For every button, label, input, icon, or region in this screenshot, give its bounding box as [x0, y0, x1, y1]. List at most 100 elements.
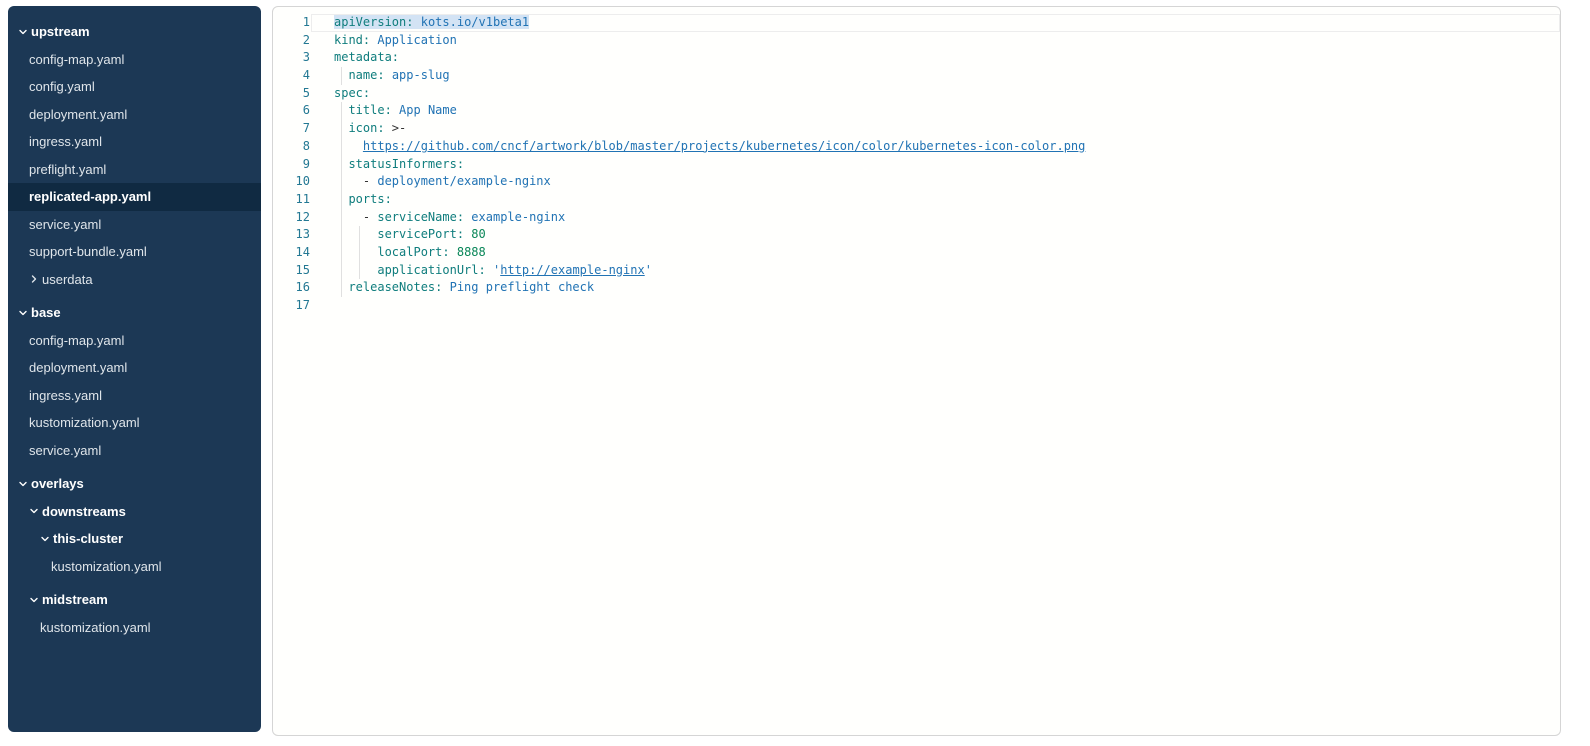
code-text: title: App Name [334, 102, 457, 120]
code-lines: 1apiVersion: kots.io/v1beta12 kind: Appli… [273, 14, 1560, 315]
code-text: icon: >- [334, 120, 406, 138]
tree-folder-base[interactable]: base [8, 299, 261, 327]
tree-file-replicated-app.yaml[interactable]: replicated-app.yaml [8, 183, 261, 211]
tree-file-kustomization.yaml[interactable]: kustomization.yaml [8, 409, 261, 437]
code-token [413, 15, 420, 29]
tree-folder-midstream[interactable]: midstream [8, 586, 261, 614]
line-number: 11 [273, 191, 310, 209]
code-link[interactable]: https://github.com/cncf/artwork/blob/mas… [363, 139, 1085, 153]
code-token [334, 157, 348, 171]
line-number: 12 [273, 209, 310, 227]
code-token: ports: [348, 192, 391, 206]
code-line[interactable]: 6 title: App Name [273, 102, 1560, 120]
code-token: ' [645, 263, 652, 277]
tree-folder-this-cluster[interactable]: this-cluster [8, 525, 261, 553]
tree-folder-upstream[interactable]: upstream [8, 18, 261, 46]
code-line[interactable]: 8 https://github.com/cncf/artwork/blob/m… [273, 138, 1560, 156]
code-link[interactable]: http://example-nginx [500, 263, 645, 277]
code-token [334, 139, 363, 153]
code-token: App Name [399, 103, 457, 117]
tree-item-label: deployment.yaml [29, 107, 127, 122]
file-tree-sidebar: upstreamconfig-map.yamlconfig.yamldeploy… [8, 6, 261, 732]
code-line[interactable]: 11 ports: [273, 191, 1560, 209]
code-tokens: servicePort: 80 [334, 227, 486, 241]
tree-file-support-bundle.yaml[interactable]: support-bundle.yaml [8, 238, 261, 266]
line-number: 17 [273, 297, 310, 315]
tree-item-label: userdata [42, 272, 93, 287]
tree-item-label: support-bundle.yaml [29, 244, 147, 259]
code-line[interactable]: 9 statusInformers: [273, 156, 1560, 174]
code-token: releaseNotes: [348, 280, 442, 294]
code-token [334, 263, 377, 277]
code-token: >- [385, 121, 407, 135]
tree-item-label: config-map.yaml [29, 333, 124, 348]
code-token [334, 68, 348, 82]
code-tokens: title: App Name [334, 103, 457, 117]
code-token [392, 103, 399, 117]
tree-file-config-map.yaml[interactable]: config-map.yaml [8, 327, 261, 355]
line-number: 2 [273, 32, 310, 50]
code-tokens: name: app-slug [334, 68, 450, 82]
tree-item-label: config.yaml [29, 79, 95, 94]
code-line[interactable]: 1apiVersion: kots.io/v1beta1 [273, 14, 1560, 32]
tree-file-config.yaml[interactable]: config.yaml [8, 73, 261, 101]
tree-folder-userdata[interactable]: userdata [8, 266, 261, 294]
code-token [334, 103, 348, 117]
line-number: 8 [273, 138, 310, 156]
code-tokens: - deployment/example-nginx [334, 174, 551, 188]
code-tokens: spec: [334, 86, 370, 100]
code-text: kind: Application [334, 32, 457, 50]
code-token: icon: [348, 121, 384, 135]
yaml-editor[interactable]: 1apiVersion: kots.io/v1beta12 kind: Appli… [272, 6, 1561, 736]
code-token: deployment/example-nginx [377, 174, 550, 188]
code-line[interactable]: 13 servicePort: 80 [273, 226, 1560, 244]
tree-file-ingress.yaml[interactable]: ingress.yaml [8, 128, 261, 156]
line-number: 15 [273, 262, 310, 280]
code-tokens: statusInformers: [334, 157, 464, 171]
tree-file-config-map.yaml[interactable]: config-map.yaml [8, 46, 261, 74]
code-line[interactable]: 4 name: app-slug [273, 67, 1560, 85]
tree-file-deployment.yaml[interactable]: deployment.yaml [8, 101, 261, 129]
code-text: - deployment/example-nginx [334, 173, 551, 191]
code-line[interactable]: 2 kind: Application [273, 32, 1560, 50]
tree-file-ingress.yaml[interactable]: ingress.yaml [8, 382, 261, 410]
chevron-down-icon [40, 534, 53, 544]
chevron-down-icon [18, 479, 31, 489]
code-text: applicationUrl: 'http://example-nginx' [334, 262, 652, 280]
tree-folder-downstreams[interactable]: downstreams [8, 498, 261, 526]
tree-item-label: service.yaml [29, 443, 101, 458]
line-number: 7 [273, 120, 310, 138]
code-line[interactable]: 15 applicationUrl: 'http://example-nginx… [273, 262, 1560, 280]
code-line[interactable]: 10 - deployment/example-nginx [273, 173, 1560, 191]
code-token: kots.io/v1beta1 [421, 15, 529, 29]
code-text: releaseNotes: Ping preflight check [334, 279, 594, 297]
tree-item-label: ingress.yaml [29, 388, 102, 403]
code-text: spec: [334, 85, 370, 103]
tree-item-label: kustomization.yaml [29, 415, 140, 430]
tree-file-kustomization.yaml[interactable]: kustomization.yaml [8, 614, 261, 642]
tree-item-label: this-cluster [53, 531, 123, 546]
line-number: 13 [273, 226, 310, 244]
code-line[interactable]: 16 releaseNotes: Ping preflight check [273, 279, 1560, 297]
tree-file-deployment.yaml[interactable]: deployment.yaml [8, 354, 261, 382]
tree-item-label: service.yaml [29, 217, 101, 232]
chevron-right-icon [29, 274, 42, 284]
code-line[interactable]: 3metadata: [273, 49, 1560, 67]
code-line[interactable]: 12 - serviceName: example-nginx [273, 209, 1560, 227]
tree-file-preflight.yaml[interactable]: preflight.yaml [8, 156, 261, 184]
tree-folder-overlays[interactable]: overlays [8, 470, 261, 498]
code-line[interactable]: 7 icon: >- [273, 120, 1560, 138]
code-line[interactable]: 14 localPort: 8888 [273, 244, 1560, 262]
code-tokens: icon: >- [334, 121, 406, 135]
code-line[interactable]: 17 [273, 297, 1560, 315]
code-line[interactable]: 5spec: [273, 85, 1560, 103]
code-token: example-nginx [471, 210, 565, 224]
code-token: Ping preflight check [450, 280, 595, 294]
tree-file-service.yaml[interactable]: service.yaml [8, 211, 261, 239]
tree-file-kustomization.yaml[interactable]: kustomization.yaml [8, 553, 261, 581]
tree-file-service.yaml[interactable]: service.yaml [8, 437, 261, 465]
line-number: 1 [273, 14, 310, 32]
code-text: localPort: 8888 [334, 244, 486, 262]
line-number: 16 [273, 279, 310, 297]
code-token [334, 121, 348, 135]
